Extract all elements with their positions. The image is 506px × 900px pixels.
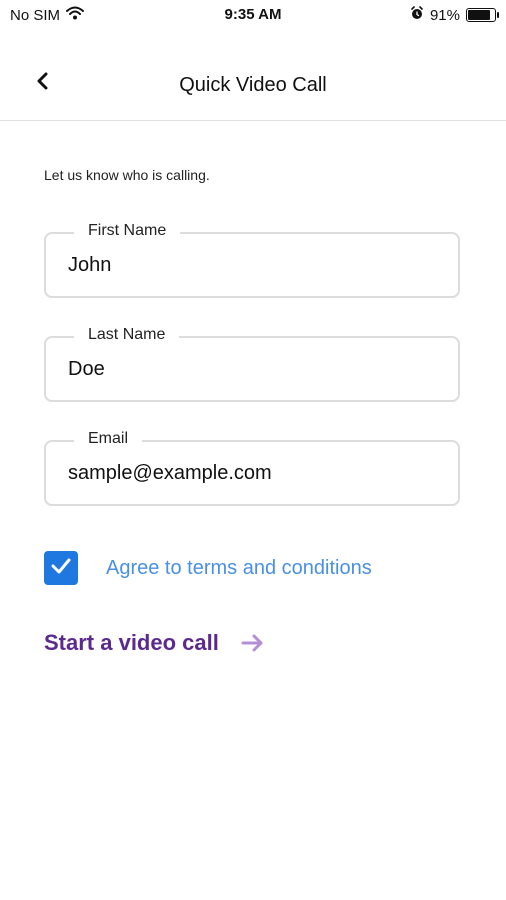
status-bar: No SIM 9:35 AM 91% <box>0 0 506 30</box>
email-label: Email <box>74 430 143 448</box>
last-name-field[interactable]: Last Name <box>44 326 460 402</box>
intro-text: Let us know who is calling. <box>44 167 210 183</box>
agree-terms-link[interactable]: Agree to terms and conditions <box>106 557 372 580</box>
battery-fill <box>468 10 490 20</box>
start-video-call-button[interactable]: Start a video call <box>44 630 265 656</box>
agree-row: Agree to terms and conditions <box>44 551 372 585</box>
first-name-label: First Name <box>74 222 181 240</box>
checkmark-icon <box>51 558 71 579</box>
alarm-icon <box>410 6 424 24</box>
status-right: 91% <box>410 6 499 24</box>
battery-icon <box>466 8 499 22</box>
first-name-field[interactable]: First Name <box>44 222 460 298</box>
first-name-input[interactable] <box>68 254 442 277</box>
email-field[interactable]: Email <box>44 430 460 506</box>
page-title: Quick Video Call <box>179 74 327 96</box>
agree-checkbox[interactable] <box>44 551 78 585</box>
nav-bar: Quick Video Call <box>0 50 506 121</box>
email-input[interactable] <box>68 462 442 485</box>
last-name-input[interactable] <box>68 358 442 381</box>
arrow-right-icon <box>241 633 265 653</box>
battery-percent: 91% <box>429 6 460 24</box>
start-video-call-label: Start a video call <box>44 630 219 655</box>
last-name-label: Last Name <box>74 326 180 344</box>
